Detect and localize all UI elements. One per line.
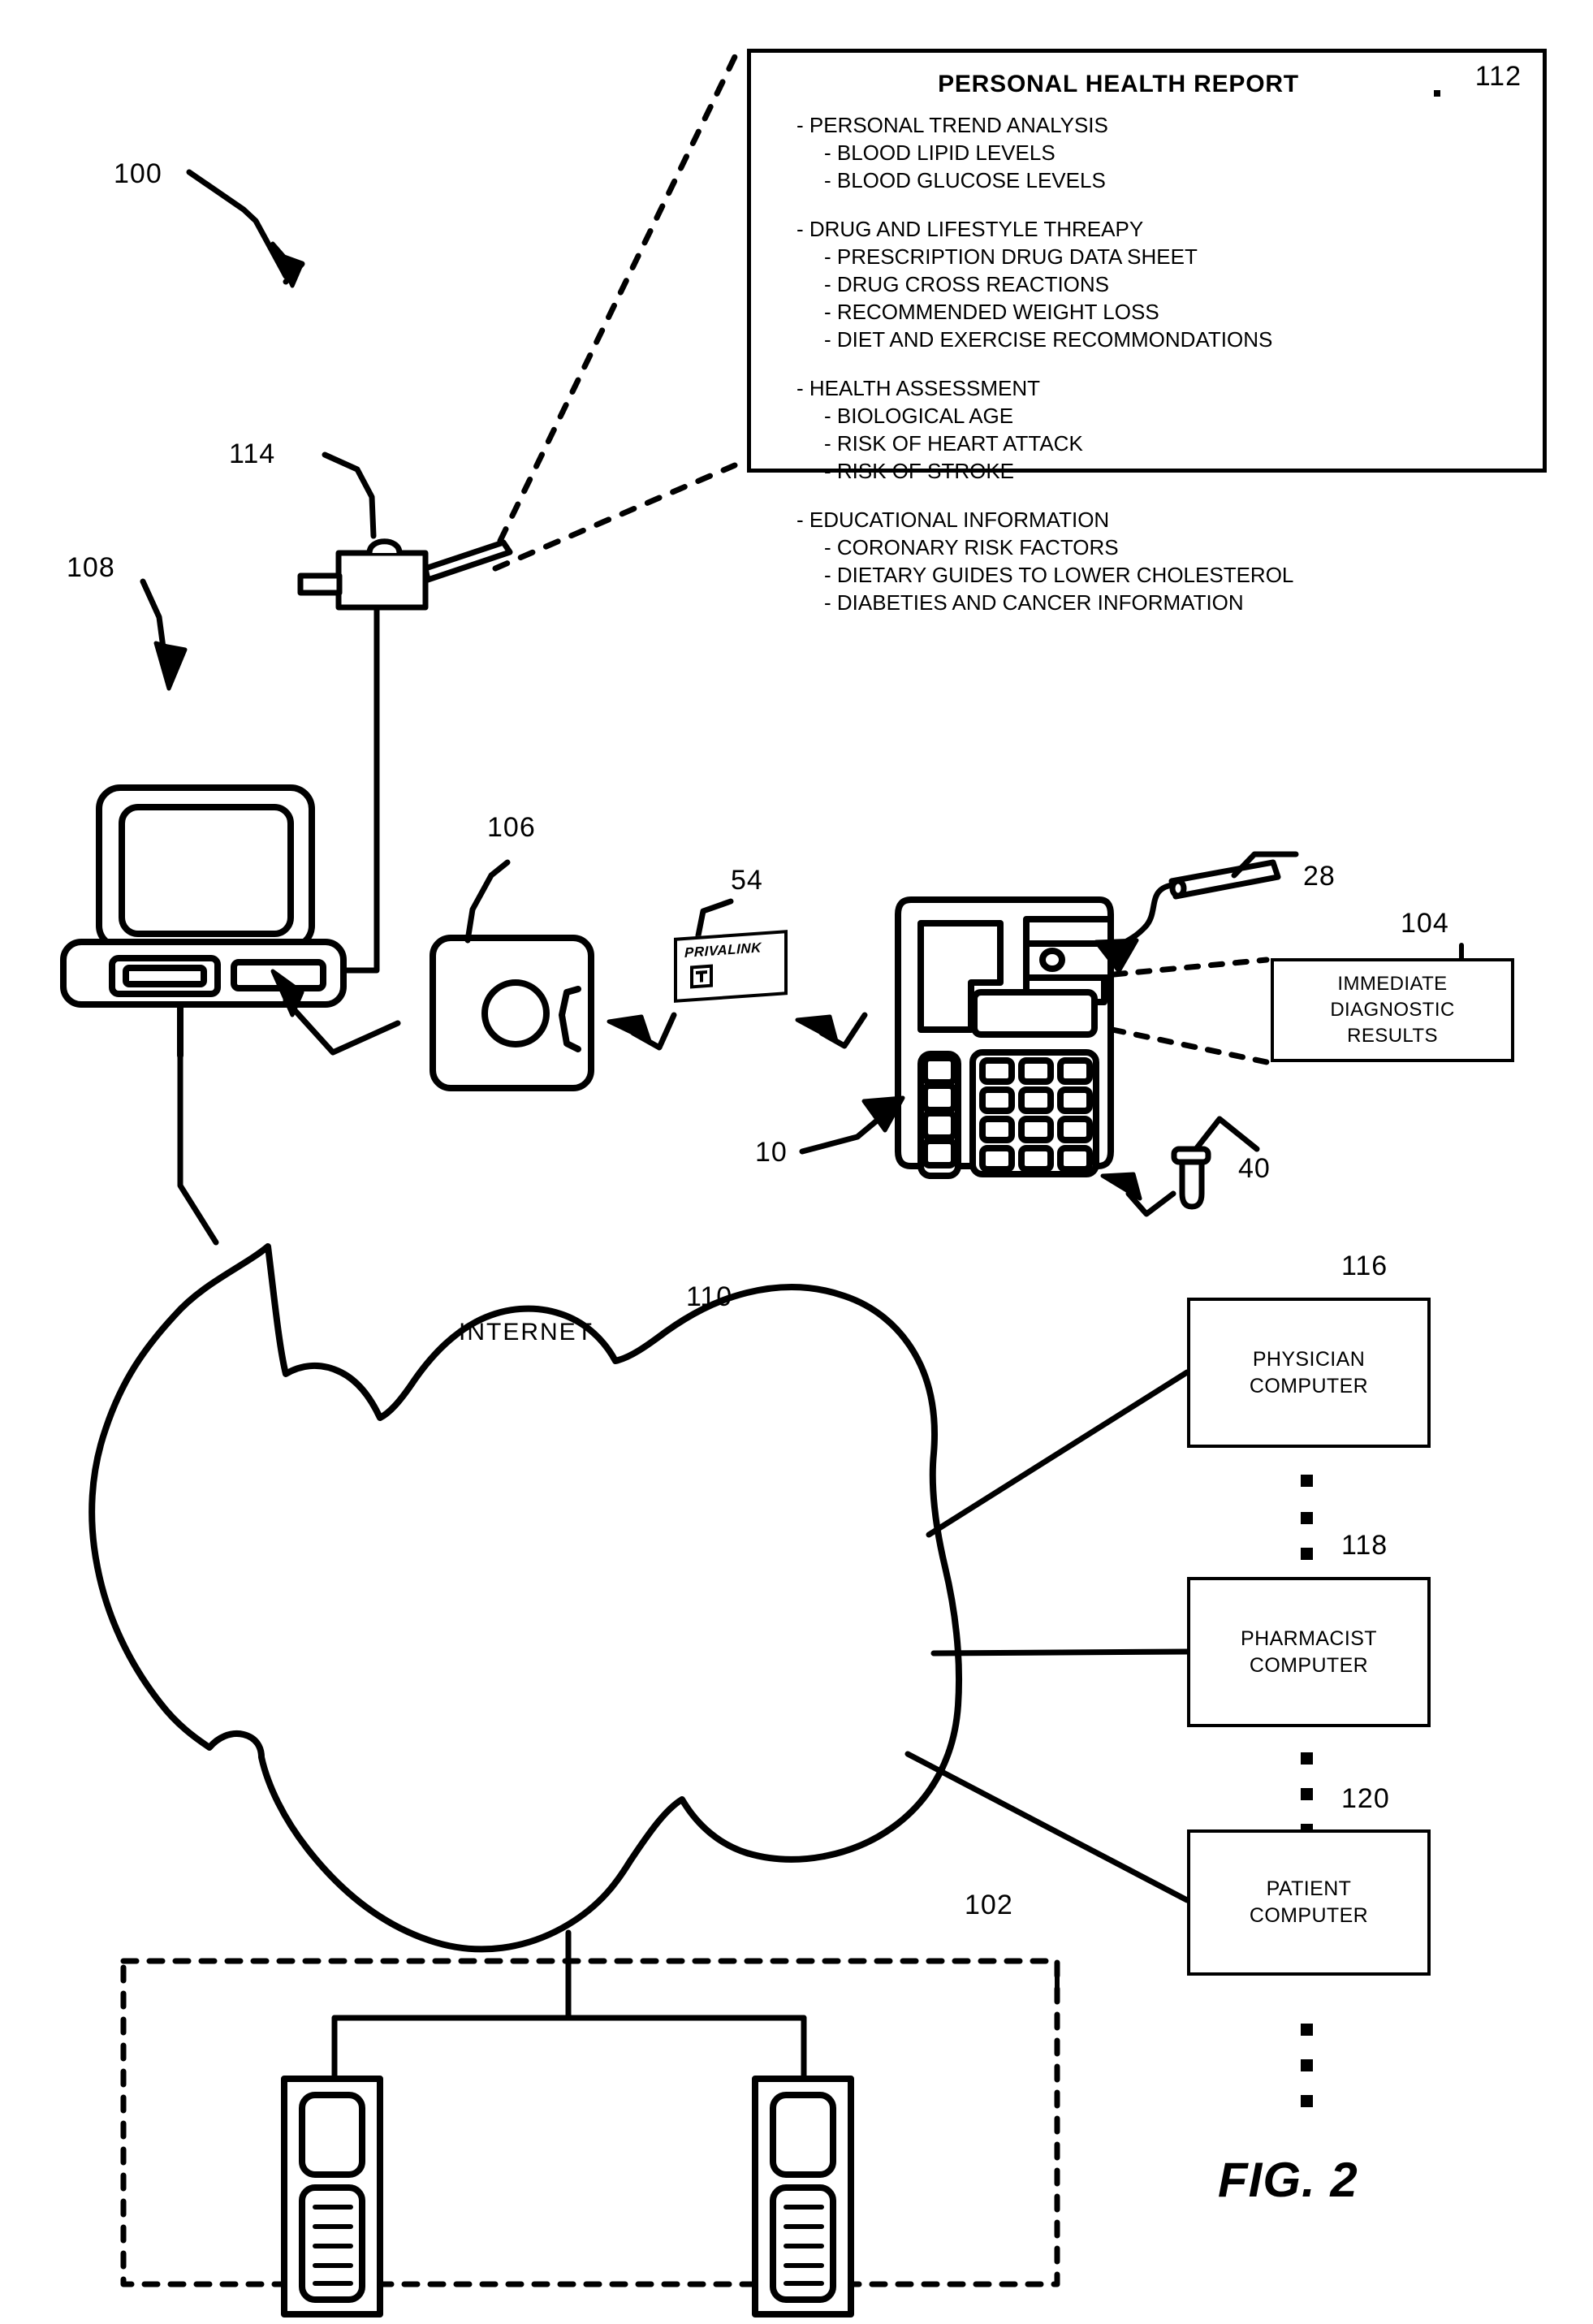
report-group-health-assessment: - HEALTH ASSESSMENT - BIOLOGICAL AGE - R… — [796, 374, 1531, 485]
callout-dashed-lines — [492, 54, 738, 572]
handheld-device-right — [752, 2076, 854, 2318]
pharmacist-computer-line-2: COMPUTER — [1249, 1653, 1369, 1677]
smartcard-chip-icon — [690, 964, 713, 989]
report-group-heading: - PERSONAL TREND ANALYSIS — [796, 113, 1108, 137]
report-group-item: - BLOOD GLUCOSE LEVELS — [824, 168, 1106, 192]
report-group-item: - CORONARY RISK FACTORS — [824, 535, 1119, 559]
docking-station-icon — [430, 935, 594, 1091]
patient-computer-line-1: PATIENT — [1266, 1877, 1352, 1900]
handheld-group-boundary — [120, 1958, 1060, 2287]
report-group-item: - DRUG CROSS REACTIONS — [824, 272, 1110, 296]
report-group-item: - RECOMMENDED WEIGHT LOSS — [824, 300, 1159, 324]
test-strip-icon — [1168, 859, 1281, 900]
reference-numeral-106: 106 — [487, 812, 536, 843]
report-group-item: - RISK OF STROKE — [824, 459, 1015, 483]
physician-computer-line-1: PHYSICIAN — [1252, 1347, 1366, 1371]
reference-numeral-116: 116 — [1341, 1251, 1388, 1281]
arrowhead-card-to-dock — [607, 1014, 652, 1043]
report-group-item: - PRESCRIPTION DRUG DATA SHEET — [824, 244, 1198, 269]
figure-caption: FIG. 2 — [1218, 2153, 1358, 2207]
report-group-drug-lifestyle: - DRUG AND LIFESTYLE THREAPY - PRESCRIPT… — [796, 215, 1531, 353]
reference-numeral-54: 54 — [731, 865, 763, 896]
reference-numeral-110: 110 — [686, 1281, 733, 1312]
report-group-heading: - HEALTH ASSESSMENT — [796, 376, 1041, 400]
arrowhead-meter-to-card — [795, 1014, 839, 1043]
immediate-results-line-2: DIAGNOSTIC — [1330, 999, 1455, 1021]
arrowhead-lancet-to-meter — [1100, 1172, 1142, 1201]
reference-numeral-10: 10 — [755, 1137, 788, 1168]
report-group-educational-information: - EDUCATIONAL INFORMATION - CORONARY RIS… — [796, 506, 1531, 616]
ellipsis-dots — [1301, 1475, 1313, 2107]
patient-computer-line-2: COMPUTER — [1249, 1904, 1369, 1927]
immediate-results-line-1: IMMEDIATE — [1337, 973, 1448, 995]
patient-computer-box: PATIENT COMPUTER — [1187, 1829, 1431, 1976]
pharmacist-computer-line-1: PHARMACIST — [1241, 1626, 1377, 1650]
reference-numeral-104: 104 — [1401, 908, 1449, 939]
reference-numeral-100: 100 — [114, 158, 162, 189]
pharmacist-computer-box: PHARMACIST COMPUTER — [1187, 1577, 1431, 1727]
report-leader-dot — [1434, 90, 1440, 97]
handheld-tree-connector — [331, 1958, 807, 2082]
report-group-item: - RISK OF HEART ATTACK — [824, 431, 1083, 456]
lancet-icon — [1171, 1146, 1211, 1210]
physician-computer-line-2: COMPUTER — [1249, 1374, 1369, 1397]
leader-106 — [464, 859, 511, 944]
report-title: PERSONAL HEALTH REPORT — [938, 71, 1299, 97]
physician-computer-box: PHYSICIAN COMPUTER — [1187, 1298, 1431, 1448]
privalink-brand-label: PRIVALINK — [684, 940, 762, 961]
reference-numeral-102: 102 — [965, 1890, 1013, 1920]
report-group-heading: - EDUCATIONAL INFORMATION — [796, 508, 1110, 532]
report-group-item: - DIETARY GUIDES TO LOWER CHOLESTEROL — [824, 563, 1294, 587]
immediate-results-line-3: RESULTS — [1347, 1025, 1438, 1047]
arrow-into-computer — [283, 997, 401, 1056]
leader-114 — [322, 451, 377, 539]
printer-icon — [297, 538, 513, 693]
report-group-item: - DIABETIES AND CANCER INFORMATION — [824, 590, 1244, 615]
report-group-item: - DIET AND EXERCISE RECOMMONDATIONS — [824, 327, 1273, 352]
reference-numeral-112: 112 — [1474, 61, 1522, 92]
internet-cloud-label: INTERNET — [459, 1319, 594, 1346]
reference-numeral-40: 40 — [1238, 1153, 1271, 1184]
personal-health-report-panel: PERSONAL HEALTH REPORT 112 - PERSONAL TR… — [747, 49, 1547, 615]
reference-numeral-114: 114 — [229, 438, 276, 469]
computer-to-internet-line — [177, 1052, 219, 1246]
report-group-item: - BIOLOGICAL AGE — [824, 404, 1014, 428]
report-group-heading: - DRUG AND LIFESTYLE THREAPY — [796, 217, 1144, 241]
reference-numeral-118: 118 — [1341, 1530, 1388, 1561]
figure-artboard: PERSONAL HEALTH REPORT 112 - PERSONAL TR… — [0, 0, 1593, 2324]
report-contents-list: - PERSONAL TREND ANALYSIS - BLOOD LIPID … — [796, 111, 1531, 616]
results-dashed-fan — [1109, 957, 1270, 1065]
leader-40 — [1193, 1116, 1260, 1152]
internet-cloud — [88, 1243, 963, 1953]
arrowhead-108 — [153, 641, 188, 691]
reference-numeral-108: 108 — [67, 552, 115, 583]
glucose-meter-icon — [895, 896, 1114, 1179]
leader-54 — [695, 898, 734, 939]
privalink-card: PRIVALINK — [674, 930, 788, 1003]
reference-numeral-120: 120 — [1341, 1783, 1390, 1814]
report-group-item: - BLOOD LIPID LEVELS — [824, 140, 1056, 165]
report-group-trend-analysis: - PERSONAL TREND ANALYSIS - BLOOD LIPID … — [796, 111, 1531, 194]
reference-numeral-28: 28 — [1303, 861, 1336, 892]
handheld-device-left — [281, 2076, 383, 2318]
immediate-diagnostic-results-box: IMMEDIATE DIAGNOSTIC RESULTS — [1271, 958, 1514, 1062]
patent-figure-page: PERSONAL HEALTH REPORT 112 - PERSONAL TR… — [0, 0, 1593, 2324]
printer-cable — [340, 687, 380, 974]
